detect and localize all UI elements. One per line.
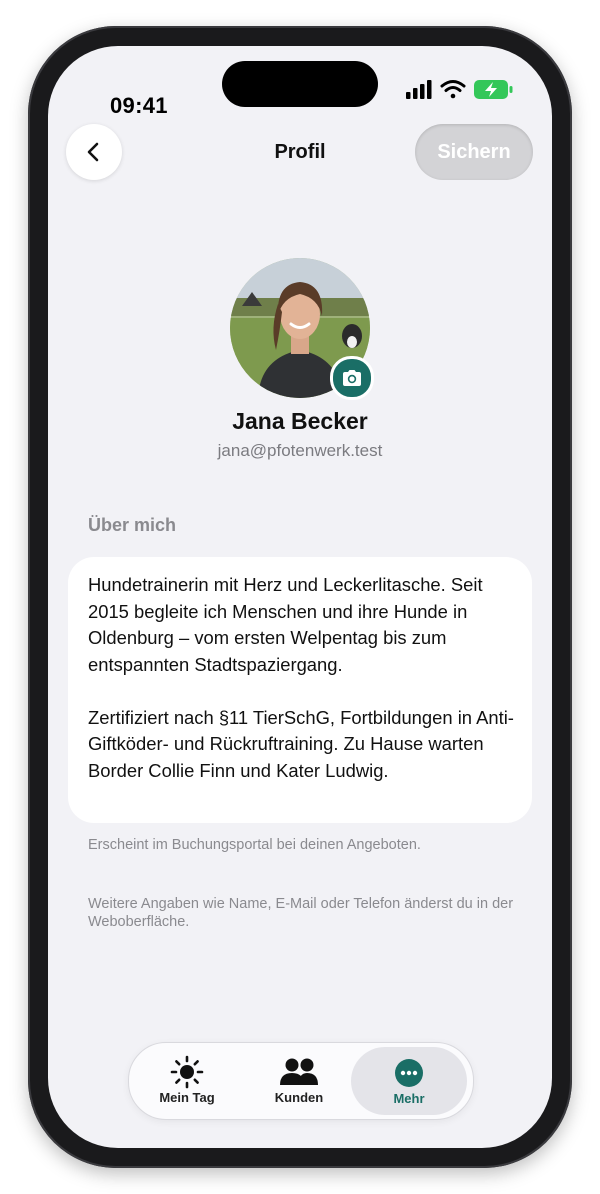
profile-name: Jana Becker	[232, 408, 368, 434]
wifi-icon	[440, 80, 466, 99]
battery-icon	[474, 80, 513, 99]
tab-kunden[interactable]: Kunden	[247, 1043, 351, 1119]
save-button[interactable]: Sichern	[415, 124, 533, 180]
tab-label: Kunden	[274, 1090, 324, 1105]
about-hint: Erscheint im Buchungsportal bei deinen A…	[88, 837, 421, 853]
about-textarea[interactable]: Hundetrainerin mit Herz und Leckerlitasc…	[68, 557, 532, 823]
footer-note: Weitere Angaben wie Name, E-Mail oder Te…	[88, 896, 514, 930]
dynamic-island	[222, 61, 378, 107]
tab-label: Mein Tag	[159, 1090, 215, 1105]
tab-mein-tag[interactable]: Mein Tag	[135, 1043, 239, 1119]
status-icons	[404, 77, 516, 103]
more-icon	[395, 1059, 423, 1087]
phone-frame: 09:41 Profil Sichern Jana Becker jana@pf…	[28, 26, 572, 1168]
about-text[interactable]: Hundetrainerin mit Herz und Leckerlitasc…	[88, 572, 518, 784]
sun-icon	[170, 1055, 204, 1089]
status-time: 09:41	[110, 93, 168, 118]
profile-email: jana@pfotenwerk.test	[217, 441, 383, 460]
tab-bar: Mein Tag Kunden Mehr	[128, 1042, 474, 1120]
tab-label: Mehr	[393, 1091, 425, 1106]
app-screen: 09:41 Profil Sichern Jana Becker jana@pf…	[48, 46, 552, 1148]
tab-mehr[interactable]: Mehr	[351, 1047, 467, 1115]
camera-icon	[343, 370, 361, 386]
about-section-label: Über mich	[88, 515, 177, 535]
people-icon	[280, 1058, 318, 1085]
change-photo-button[interactable]	[330, 356, 374, 400]
signal-icon	[406, 80, 432, 99]
